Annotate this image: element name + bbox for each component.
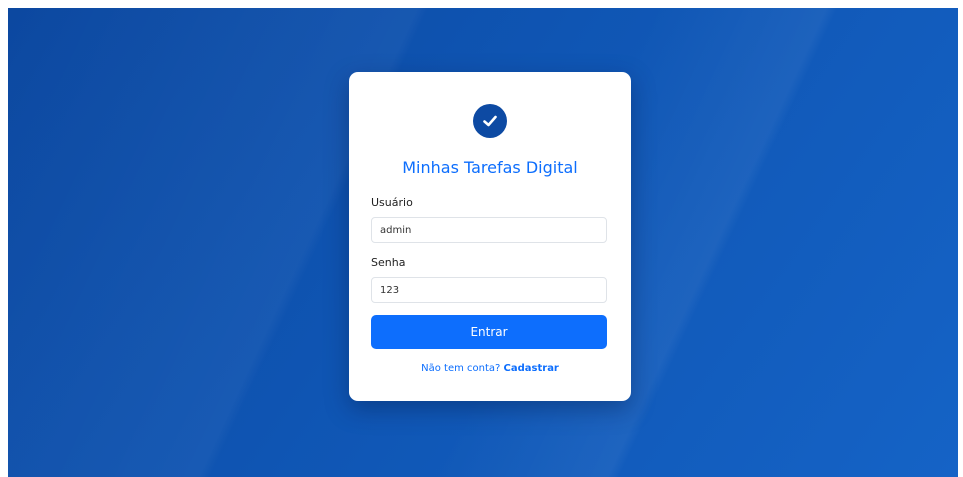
username-label: Usuário <box>371 196 413 209</box>
password-label: Senha <box>371 256 406 269</box>
password-field[interactable] <box>371 277 607 303</box>
signup-link[interactable]: Cadastrar <box>504 363 559 374</box>
login-card: Minhas Tarefas Digital Usuário Senha Ent… <box>349 72 631 401</box>
app-title: Minhas Tarefas Digital <box>402 158 578 177</box>
login-button[interactable]: Entrar <box>371 315 607 349</box>
signup-prompt: Não tem conta? Cadastrar <box>349 363 631 374</box>
signup-prompt-text: Não tem conta? <box>421 363 501 374</box>
username-field[interactable] <box>371 217 607 243</box>
check-circle-icon <box>473 104 507 138</box>
background: Minhas Tarefas Digital Usuário Senha Ent… <box>8 8 958 477</box>
